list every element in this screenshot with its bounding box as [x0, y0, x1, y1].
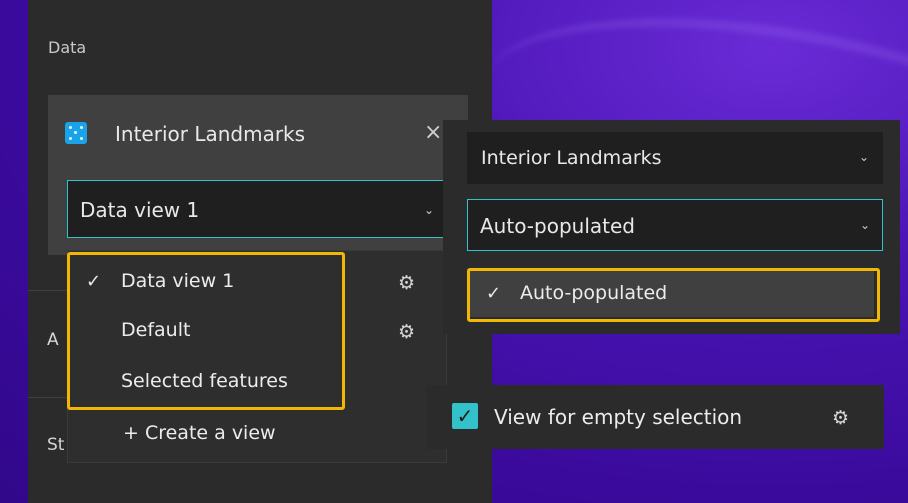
close-icon[interactable]: ×	[424, 120, 442, 145]
empty-selection-label: View for empty selection	[494, 405, 743, 429]
empty-selection-checkbox[interactable]: ✓	[452, 403, 478, 429]
panel-title: Data	[48, 38, 87, 57]
gear-icon[interactable]: ⚙	[398, 321, 415, 343]
section-label-partial: St	[47, 435, 65, 455]
highlight-box	[67, 252, 345, 410]
datasource-name: Interior Landmarks	[115, 122, 306, 146]
data-view-select[interactable]: Data view 1 ⌄	[67, 180, 447, 238]
auto-view-select-value: Auto-populated	[480, 214, 635, 238]
chevron-down-icon: ⌄	[860, 218, 871, 232]
highlight-box	[467, 268, 880, 322]
create-view-button[interactable]: + Create a view	[123, 422, 276, 444]
data-view-select-value: Data view 1	[80, 198, 200, 222]
chevron-down-icon: ⌄	[859, 150, 870, 164]
chevron-down-icon: ⌄	[424, 203, 435, 217]
point-layer-icon	[65, 122, 87, 144]
auto-view-select[interactable]: Auto-populated ⌄	[467, 199, 883, 251]
datasource-select-value: Interior Landmarks	[481, 147, 662, 169]
gear-icon[interactable]: ⚙	[398, 272, 415, 294]
gear-icon[interactable]: ⚙	[832, 407, 849, 429]
section-label-partial: A	[47, 330, 59, 350]
datasource-select[interactable]: Interior Landmarks ⌄	[467, 132, 883, 184]
